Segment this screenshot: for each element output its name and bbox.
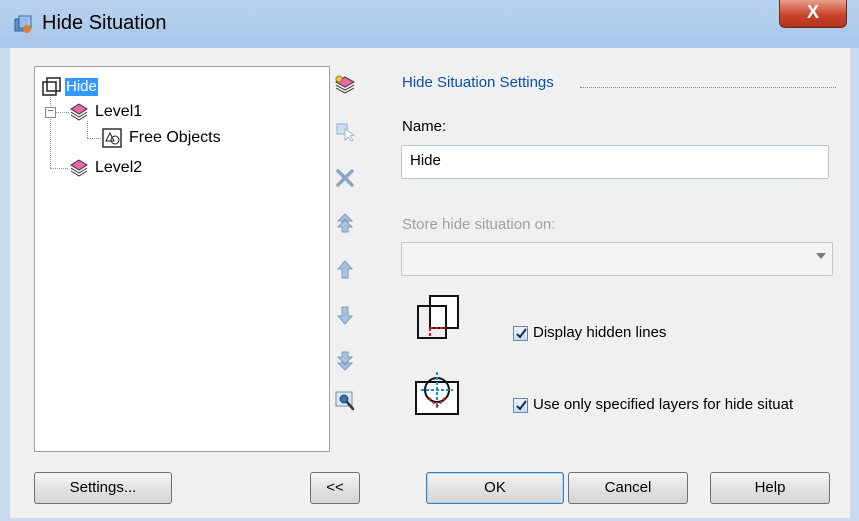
dialog-window: Hide Situation X Hide − Level1 Free Obje… — [0, 0, 859, 521]
move-up-button[interactable] — [332, 256, 358, 282]
move-bottom-icon — [336, 351, 354, 371]
checkmark-icon — [516, 328, 527, 339]
display-hidden-lines-label[interactable]: Display hidden lines — [533, 324, 666, 341]
tree-item-level1[interactable]: Level1 — [69, 101, 142, 123]
tree-item-label: Level2 — [95, 159, 143, 176]
tree-item-level2[interactable]: Level2 — [69, 157, 142, 179]
zoom-to-icon — [335, 391, 355, 411]
move-bottom-button[interactable] — [332, 348, 358, 374]
move-down-button[interactable] — [332, 302, 358, 328]
situation-icon — [42, 77, 61, 96]
settings-button[interactable]: Settings... — [34, 472, 172, 504]
dropdown-arrow-icon — [816, 253, 826, 259]
delete-icon — [336, 169, 354, 187]
tree-item-label: Level1 — [95, 103, 143, 120]
display-hidden-lines-checkbox[interactable] — [513, 326, 528, 341]
free-objects-icon — [102, 128, 122, 148]
help-button[interactable]: Help — [710, 472, 830, 504]
store-on-label: Store hide situation on: — [402, 216, 556, 233]
use-specified-layers-label[interactable]: Use only specified layers for hide situa… — [533, 396, 845, 413]
dialog-client-area: Hide − Level1 Free Objects Level2 Hide S… — [10, 48, 850, 518]
checkmark-icon — [516, 400, 527, 411]
ok-button[interactable]: OK — [426, 472, 564, 504]
close-icon: X — [806, 2, 819, 22]
minus-icon: − — [47, 106, 54, 117]
tree-connector — [87, 138, 101, 139]
select-objects-icon — [336, 123, 356, 142]
hide-situation-app-icon — [14, 15, 32, 33]
tree-item-label: Hide — [65, 78, 98, 96]
tree-item-hide[interactable]: Hide — [41, 76, 98, 98]
move-up-icon — [336, 260, 354, 279]
tree-connector — [87, 121, 88, 138]
tree-connector — [55, 112, 69, 113]
zoom-to-button[interactable] — [332, 388, 358, 414]
delete-button[interactable] — [332, 164, 358, 190]
title-bar[interactable]: Hide Situation X — [0, 0, 859, 48]
hidden-lines-icon — [417, 295, 459, 339]
window-title: Hide Situation — [42, 12, 167, 34]
hide-situation-tree[interactable]: Hide − Level1 Free Objects Level2 — [34, 66, 330, 452]
move-top-button[interactable] — [332, 210, 358, 236]
specified-layers-icon — [415, 372, 459, 415]
collapse-button[interactable]: << — [310, 472, 360, 504]
tree-item-label: Free Objects — [129, 129, 221, 146]
add-layer-icon — [334, 75, 356, 94]
cancel-button[interactable]: Cancel — [568, 472, 688, 504]
tree-item-free-objects[interactable]: Free Objects — [101, 127, 221, 149]
tree-connector — [50, 89, 51, 168]
move-down-icon — [336, 306, 354, 325]
layer-icon — [70, 103, 88, 121]
tree-connector — [50, 168, 68, 169]
move-top-icon — [336, 213, 354, 233]
section-divider — [580, 87, 836, 88]
name-input[interactable]: Hide — [401, 145, 829, 179]
name-label: Name: — [402, 118, 447, 135]
select-objects-button[interactable] — [332, 118, 358, 144]
collapse-toggle[interactable]: − — [45, 107, 56, 118]
store-on-dropdown[interactable] — [401, 242, 833, 276]
layer-icon — [70, 159, 88, 177]
section-title: Hide Situation Settings — [402, 74, 554, 91]
close-button[interactable]: X — [779, 0, 847, 28]
add-layer-button[interactable] — [332, 72, 358, 98]
use-specified-layers-checkbox[interactable] — [513, 398, 528, 413]
